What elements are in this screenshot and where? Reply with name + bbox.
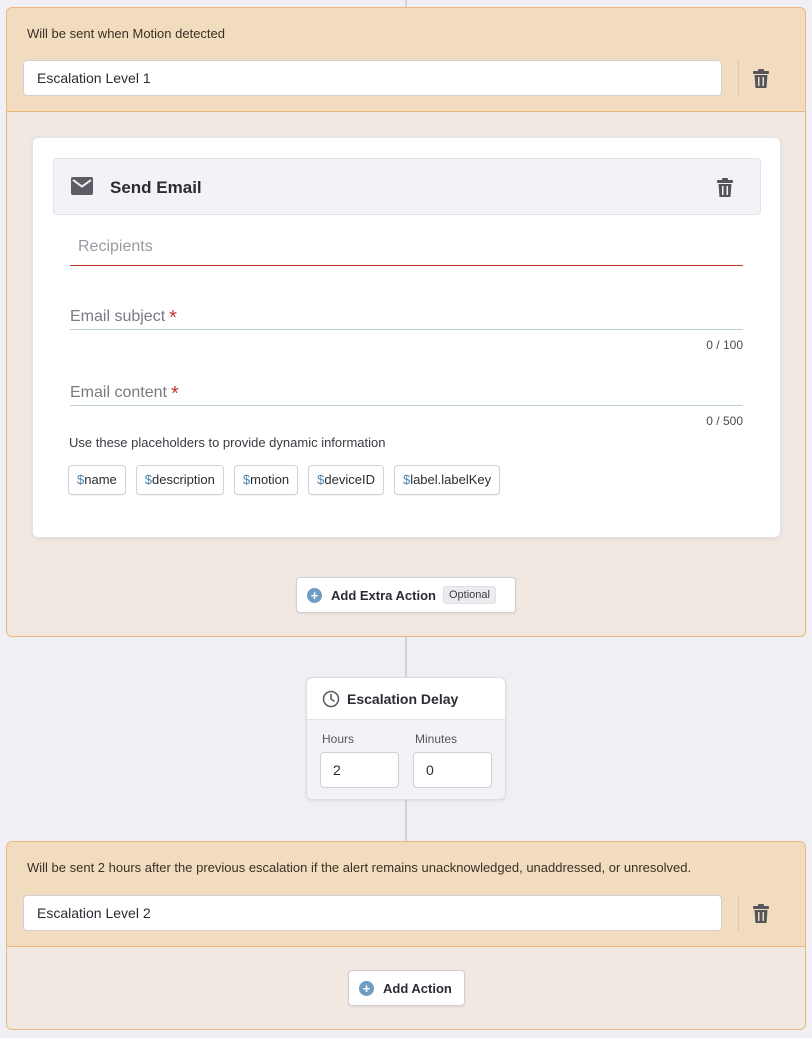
escalation-trigger-note: Will be sent 2 hours after the previous … (27, 860, 692, 875)
escalation-name-input[interactable]: Escalation Level 2 (23, 895, 722, 931)
placeholder-help-text: Use these placeholders to provide dynami… (69, 435, 386, 450)
email-subject-label-text: Email subject (70, 308, 166, 325)
placeholder-name: description (152, 472, 215, 487)
add-extra-action-button[interactable]: + Add Extra Action Optional (296, 577, 516, 613)
escalation-level-2: Will be sent 2 hours after the previous … (6, 841, 806, 1030)
email-subject-field[interactable]: Email subject * 0 / 100 (70, 301, 743, 352)
minutes-label: Minutes (415, 732, 458, 746)
required-mark: * (170, 383, 179, 405)
email-content-label: Email content * (70, 380, 179, 405)
recipients-field[interactable]: Recipients (70, 235, 743, 267)
email-subject-counter: 0 / 100 (706, 338, 743, 352)
send-email-action-card: Send Email Recipients Email subject * 0 /… (32, 137, 781, 538)
divider (738, 60, 739, 96)
placeholder-chip[interactable]: $motion (233, 465, 299, 495)
hours-input[interactable]: 2 (320, 752, 399, 788)
placeholder-chip[interactable]: $description (135, 465, 224, 495)
connector-line (405, 800, 407, 842)
mail-icon (71, 177, 93, 195)
divider (738, 895, 739, 931)
action-title: Send Email (110, 178, 202, 197)
placeholder-name: deviceID (324, 472, 375, 487)
trash-icon[interactable] (716, 178, 734, 198)
plus-circle-icon: + (307, 587, 322, 603)
placeholder-chip[interactable]: $deviceID (308, 465, 384, 495)
email-content-counter: 0 / 500 (706, 414, 743, 428)
escalation-delay-card: Escalation Delay Hours 2 Minutes 0 (306, 677, 506, 800)
placeholder-chip[interactable]: $label.labelKey (393, 465, 501, 495)
escalation-level-header: Will be sent when Motion detected Escala… (7, 8, 805, 112)
trash-icon[interactable] (752, 904, 770, 924)
placeholder-name: label.labelKey (410, 472, 492, 487)
plus-circle-icon: + (359, 980, 374, 996)
optional-tag: Optional (442, 586, 496, 604)
connector-line (405, 636, 407, 678)
placeholder-chip[interactable]: $name (68, 465, 126, 495)
escalation-delay-title: Escalation Delay (347, 691, 459, 707)
minutes-input[interactable]: 0 (413, 752, 492, 788)
action-header: Send Email (53, 158, 761, 215)
recipients-placeholder: Recipients (78, 238, 153, 255)
escalation-level-1: Will be sent when Motion detected Escala… (6, 7, 806, 637)
placeholder-name: motion (250, 472, 290, 487)
email-subject-label: Email subject * (70, 304, 177, 329)
recipients-underline (70, 265, 743, 266)
email-content-underline (70, 405, 743, 406)
hours-label: Hours (322, 732, 355, 746)
add-action-button[interactable]: + Add Action (348, 970, 465, 1006)
add-extra-action-label: Add Extra Action (331, 587, 436, 603)
clock-icon (322, 690, 340, 708)
trash-icon[interactable] (752, 69, 770, 89)
escalation-name-input[interactable]: Escalation Level 1 (23, 60, 722, 96)
escalation-trigger-note: Will be sent when Motion detected (27, 26, 225, 41)
escalation-level-header: Will be sent 2 hours after the previous … (7, 842, 805, 947)
email-subject-underline (70, 329, 743, 330)
email-content-label-text: Email content (70, 384, 167, 401)
placeholder-name: name (84, 472, 117, 487)
escalation-delay-header: Escalation Delay (307, 678, 505, 720)
email-content-field[interactable]: Email content * 0 / 500 (70, 377, 743, 428)
placeholder-chips: $name $description $motion $deviceID $la… (68, 465, 501, 495)
required-mark: * (169, 307, 177, 329)
add-action-label: Add Action (383, 980, 452, 996)
dollar-prefix: $ (144, 472, 152, 487)
